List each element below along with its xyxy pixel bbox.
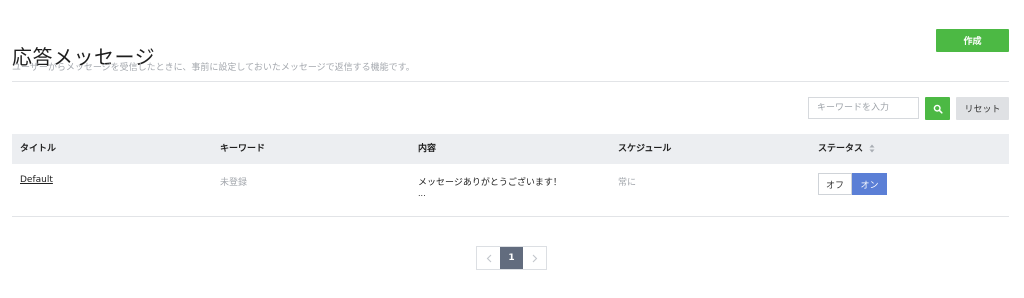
row-keyword: 未登録 [220, 178, 248, 188]
table-bottom-divider [12, 216, 1009, 217]
column-header-title: タイトル [20, 144, 57, 154]
prev-page-button[interactable] [477, 247, 500, 269]
search-input[interactable] [808, 97, 919, 119]
create-button[interactable]: 作成 [936, 29, 1009, 52]
page-1-button[interactable]: 1 [500, 247, 523, 269]
row-schedule: 常に [618, 178, 637, 188]
status-on-button[interactable]: オン [852, 173, 887, 195]
search-button[interactable] [925, 97, 950, 120]
column-header-keyword: キーワード [220, 144, 266, 154]
column-header-status[interactable]: ステータス [818, 134, 875, 164]
next-page-button[interactable] [523, 247, 546, 269]
status-off-button[interactable]: オフ [818, 173, 852, 195]
pagination: 1 [476, 246, 547, 270]
table-header: タイトル キーワード 内容 スケジュール ステータス [12, 134, 1009, 164]
column-header-status-label: ステータス [818, 144, 864, 154]
chevron-right-icon [532, 254, 537, 262]
column-header-content: 内容 [418, 144, 437, 154]
row-content: メッセージありがとうございます！ [418, 178, 562, 188]
row-title-link[interactable]: Default [20, 175, 53, 185]
page-description: ユーザーからメッセージを受信したときに、事前に設定しておいたメッセージで返信する… [12, 63, 415, 73]
reset-button[interactable]: リセット [956, 97, 1009, 120]
status-toggle: オフ オン [818, 173, 887, 195]
header-divider [12, 81, 1009, 82]
column-header-schedule: スケジュール [618, 144, 672, 154]
chevron-left-icon [486, 254, 491, 262]
search-icon [933, 104, 943, 114]
sort-icon [869, 144, 875, 153]
row-content-ellipsis: ... [418, 189, 426, 198]
